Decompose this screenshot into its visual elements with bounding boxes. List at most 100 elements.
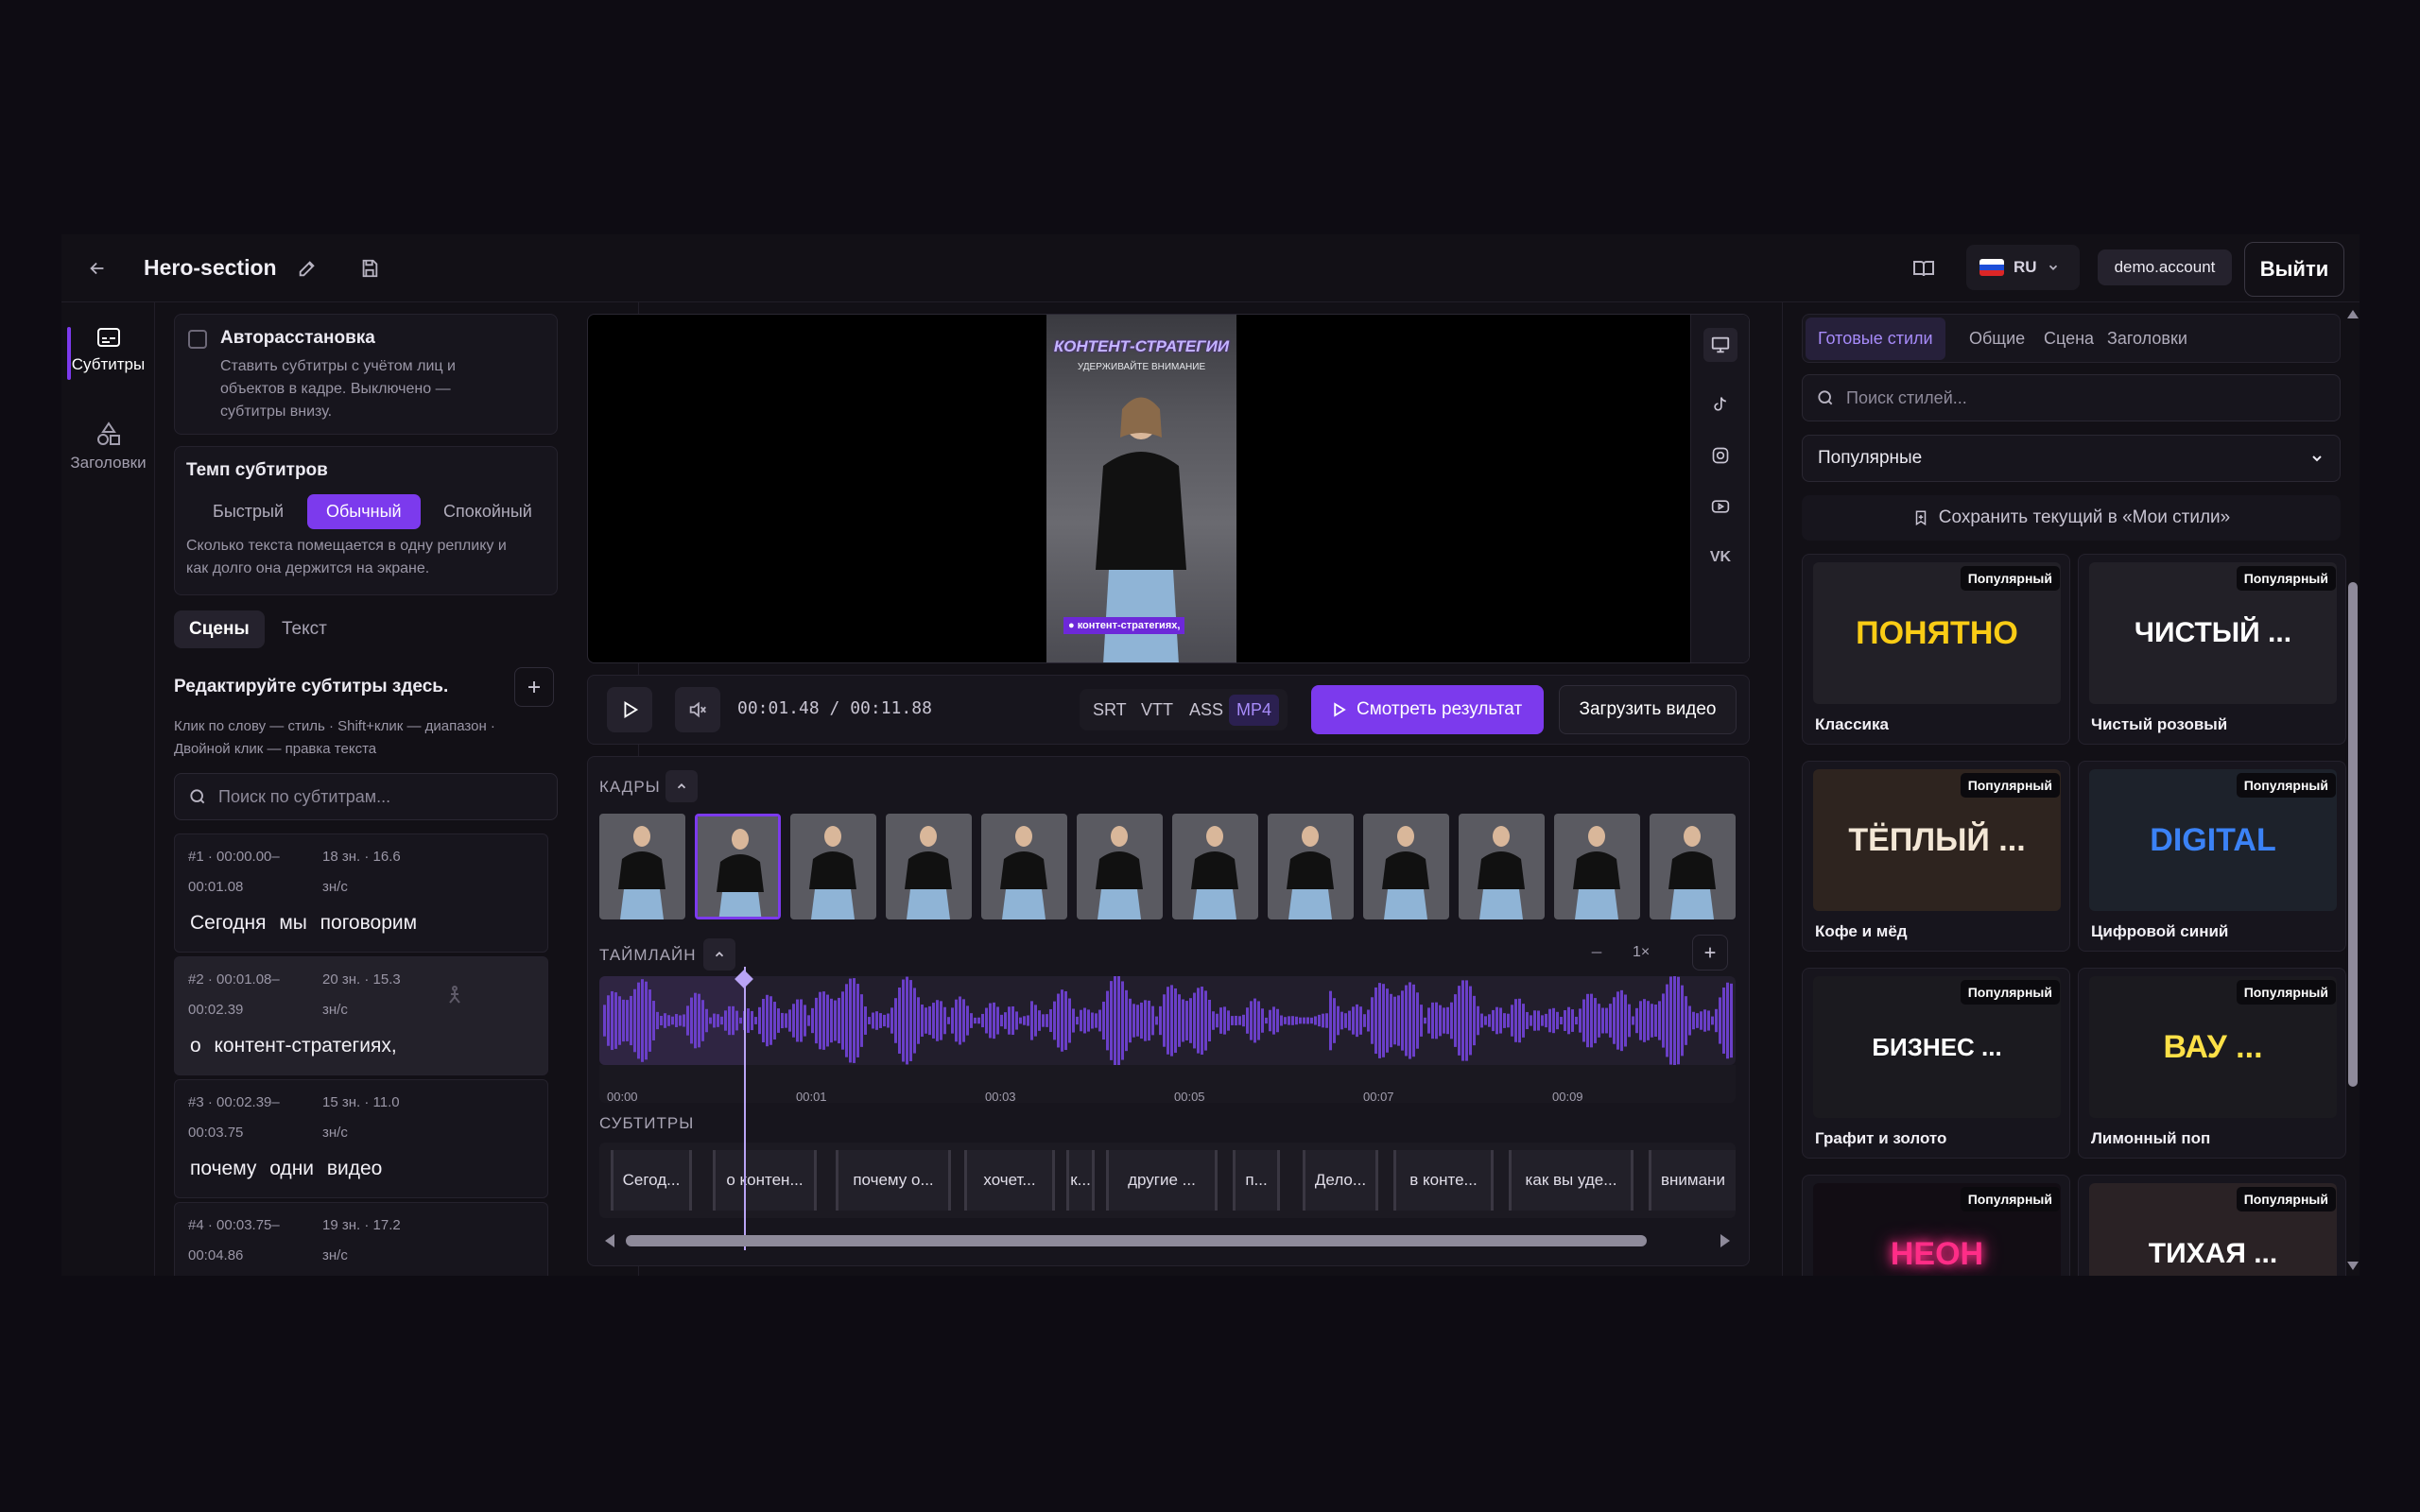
frames-collapse-button[interactable] (666, 770, 698, 802)
styles-category-select[interactable]: Популярные (1802, 435, 2341, 482)
platform-bar: VK (1690, 315, 1749, 662)
tab-ready-styles[interactable]: Готовые стили (1806, 318, 1945, 360)
styles-search-input[interactable]: Поиск стилей... (1802, 374, 2341, 421)
video-preview[interactable]: КОНТЕНТ-СТРАТЕГИИ УДЕРЖИВАЙТЕ ВНИМАНИЕ ●… (587, 314, 1750, 663)
tick-1: 00:01 (796, 1090, 827, 1104)
language-code: RU (2014, 258, 2037, 276)
subtitle-search-input[interactable]: Поиск по субтитрам... (174, 773, 558, 820)
mute-button[interactable] (675, 687, 720, 732)
playhead[interactable] (744, 967, 746, 1250)
subtitle-item-1[interactable]: #1 · 00:00.00– 00:01.08 18 зн. · 16.6 зн/с… (174, 833, 548, 953)
zoom-out-button[interactable] (1581, 936, 1613, 969)
upload-video-button[interactable]: Загрузить видео (1559, 685, 1737, 734)
docs-button[interactable] (1909, 253, 1939, 284)
subtitle-item-3[interactable]: #3 · 00:02.39– 00:03.75 15 зн. · 11.0 зн/с… (174, 1079, 548, 1198)
item-time-2: #2 · 00:01.08– 00:02.39 (188, 971, 280, 1018)
logout-button[interactable]: Выйти (2244, 242, 2344, 297)
tab-titles[interactable]: Заголовки (2095, 318, 2200, 360)
style-card[interactable]: DIGITAL Популярный Цифровой синий (2078, 761, 2346, 952)
time-ruler[interactable]: 00:00 00:01 00:03 00:05 00:07 00:09 (599, 1065, 1736, 1104)
video-frame-thumb[interactable] (1554, 814, 1640, 919)
video-frame-thumb[interactable] (695, 814, 781, 919)
item-text-3[interactable]: почему одни видео (190, 1158, 382, 1180)
tab-text[interactable]: Текст (267, 610, 342, 648)
subtitle-segment[interactable]: к... (1066, 1150, 1095, 1211)
tab-scenes[interactable]: Сцены (174, 610, 265, 648)
arrow-left-icon (90, 262, 104, 275)
format-ass[interactable]: ASS (1182, 695, 1231, 726)
language-selector[interactable]: RU (1966, 245, 2080, 290)
video-frame-thumb[interactable] (1172, 814, 1258, 919)
video-frame-thumb[interactable] (1077, 814, 1163, 919)
back-button[interactable] (84, 255, 111, 282)
style-name: Лимонный поп (2091, 1129, 2211, 1147)
style-card[interactable]: НЕОН Популярный (1802, 1175, 2070, 1276)
styles-scrollbar[interactable] (2344, 302, 2360, 1276)
save-button[interactable] (356, 255, 383, 282)
video-frame-thumb[interactable] (599, 814, 685, 919)
video-frame-thumb[interactable] (886, 814, 972, 919)
platform-instagram[interactable] (1706, 441, 1735, 470)
item-time-4: #4 · 00:03.75– 00:04.86 (188, 1217, 280, 1263)
platform-youtube[interactable] (1706, 492, 1735, 521)
subtitle-segment[interactable]: как вы уде... (1509, 1150, 1634, 1211)
subtitle-segment[interactable]: п... (1233, 1150, 1280, 1211)
flag-ru-icon (1979, 259, 2004, 276)
edit-hint-2: Двойной клик — правка текста (174, 741, 377, 757)
format-srt[interactable]: SRT (1085, 695, 1134, 726)
video-frame-thumb[interactable] (1459, 814, 1545, 919)
zoom-in-button[interactable] (1692, 935, 1728, 971)
subtitle-segment[interactable]: хочет... (964, 1150, 1055, 1211)
save-style-button[interactable]: Сохранить текущий в «Мои стили» (1802, 495, 2341, 541)
tempo-fast[interactable]: Быстрый (194, 494, 302, 529)
video-frame-thumb[interactable] (1268, 814, 1354, 919)
subtitle-segment[interactable]: Дело... (1303, 1150, 1378, 1211)
subtitle-segment[interactable]: внимани (1649, 1150, 1736, 1211)
video-frame-thumb[interactable] (790, 814, 876, 919)
audio-waveform[interactable] (599, 976, 1736, 1065)
timeline-horizontal-scrollbar[interactable] (599, 1229, 1736, 1252)
subtitle-item-2[interactable]: #2 · 00:01.08– 00:02.39 20 зн. · 15.3 зн/с… (174, 956, 548, 1075)
platform-desktop[interactable] (1703, 328, 1737, 362)
subtitle-item-4[interactable]: #4 · 00:03.75– 00:04.86 19 зн. · 17.2 зн/с (174, 1202, 548, 1276)
style-card[interactable]: ПОНЯТНО Популярный Классика (1802, 554, 2070, 745)
scroll-thumb[interactable] (2348, 582, 2358, 1087)
format-vtt[interactable]: VTT (1133, 695, 1181, 726)
scroll-right-arrow[interactable] (1720, 1234, 1730, 1247)
subtitle-segment[interactable]: другие ... (1106, 1150, 1218, 1211)
style-card[interactable]: ТЁПЛЫЙ ... Популярный Кофе и мёд (1802, 761, 2070, 952)
platform-vk[interactable]: VK (1706, 543, 1735, 572)
auto-placement-checkbox[interactable] (188, 330, 207, 349)
video-frame-thumb[interactable] (981, 814, 1067, 919)
tempo-normal[interactable]: Обычный (307, 494, 421, 529)
video-frame-thumb[interactable] (1650, 814, 1736, 919)
subtitle-segment[interactable]: Сегод... (611, 1150, 692, 1211)
tempo-calm[interactable]: Спокойный (424, 494, 551, 529)
platform-tiktok[interactable] (1706, 390, 1735, 419)
scroll-up-arrow[interactable] (2347, 310, 2359, 318)
style-card[interactable]: ЧИСТЫЙ ... Популярный Чистый розовый (2078, 554, 2346, 745)
style-card[interactable]: ВАУ ... Популярный Лимонный поп (2078, 968, 2346, 1159)
rename-button[interactable] (294, 255, 320, 282)
style-card[interactable]: ТИХАЯ ... Популярный (2078, 1175, 2346, 1276)
account-badge[interactable]: demo.account (2098, 249, 2232, 285)
item-text-1[interactable]: Сегодня мы поговорим (190, 912, 417, 935)
subtitle-segment[interactable]: в конте... (1393, 1150, 1494, 1211)
timeline-collapse-button[interactable] (703, 938, 735, 971)
subtitle-segment[interactable]: почему о... (836, 1150, 951, 1211)
subtitle-segment[interactable]: о контен... (713, 1150, 817, 1211)
format-mp4[interactable]: MP4 (1229, 695, 1280, 726)
scroll-left-arrow[interactable] (605, 1234, 614, 1247)
add-subtitle-button[interactable] (514, 667, 554, 707)
item-text-2[interactable]: о контент-стратегиях, (190, 1035, 397, 1057)
tab-general[interactable]: Общие (1957, 318, 2037, 360)
scroll-down-arrow[interactable] (2347, 1262, 2359, 1270)
nav-item-subtitles[interactable]: Субтитры (61, 327, 155, 380)
horizontal-scroll-thumb[interactable] (626, 1235, 1647, 1246)
watch-result-button[interactable]: Смотреть результат (1311, 685, 1544, 734)
style-card[interactable]: БИЗНЕС ... Популярный Графит и золото (1802, 968, 2070, 1159)
side-nav: Субтитры Заголовки (61, 302, 155, 1276)
nav-item-titles[interactable]: Заголовки (61, 421, 155, 472)
play-button[interactable] (607, 687, 652, 732)
video-frame-thumb[interactable] (1363, 814, 1449, 919)
